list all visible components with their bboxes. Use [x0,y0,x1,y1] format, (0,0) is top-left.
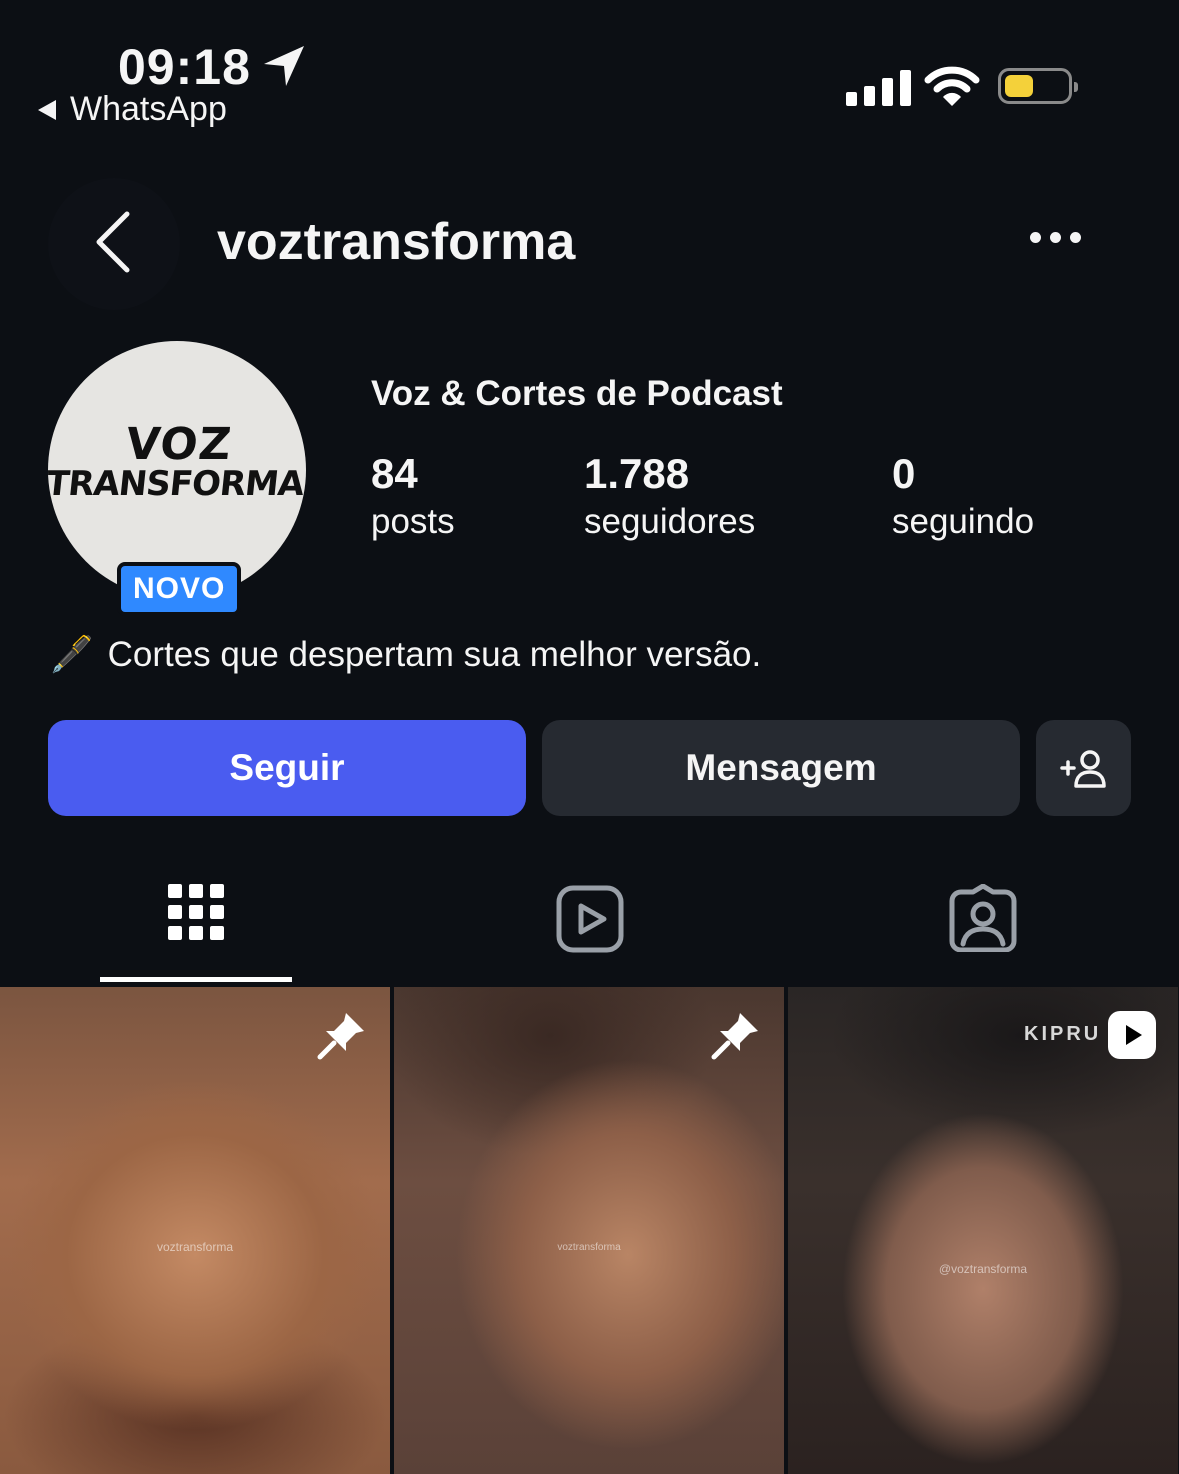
back-app-label: WhatsApp [70,90,227,128]
following-count[interactable]: 0 seguindo [892,450,1034,542]
battery-icon [998,68,1078,104]
post-thumbnail[interactable]: voztransforma [0,987,390,1474]
suggest-users-button[interactable] [1036,720,1131,816]
posts-value: 84 [371,450,418,497]
chevron-left-icon [96,211,130,273]
post-watermark: @voztransforma [938,1262,1028,1276]
followers-value: 1.788 [584,450,690,497]
post-watermark: voztransforma [156,1240,234,1254]
pen-icon: 🖋️ [50,635,94,674]
followers-count[interactable]: 1.788 seguidores [584,450,755,542]
pin-icon [711,1013,758,1060]
reel-icon [1108,1011,1156,1059]
more-options-button[interactable] [1030,232,1081,243]
new-badge: NOVO [117,562,242,616]
tab-tagged-icon[interactable] [949,883,1017,957]
display-name: Voz & Cortes de Podcast [371,374,783,413]
avatar[interactable]: VOZ TRANSFORMA [48,341,306,599]
wifi-icon [924,66,980,113]
followers-label: seguidores [584,502,756,541]
profile-bio: 🖋️ Cortes que despertam sua melhor versã… [50,634,761,675]
avatar-logo: VOZ TRANSFORMA [48,419,306,504]
post-thumbnail[interactable]: KIPRU @voztransforma [788,987,1178,1474]
post-watermark: voztransforma [557,1242,621,1253]
active-tab-indicator [100,977,292,982]
follow-button[interactable]: Seguir [48,720,526,816]
bio-text: Cortes que despertam sua melhor versão. [107,634,762,674]
posts-label: posts [371,502,455,541]
cellular-signal-icon [846,70,911,106]
posts-count[interactable]: 84 posts [371,450,455,542]
pin-icon [317,1013,364,1060]
following-value: 0 [892,450,916,497]
message-button[interactable]: Mensagem [542,720,1020,816]
following-label: seguindo [892,502,1035,541]
back-to-app-link[interactable]: WhatsApp [38,90,227,129]
status-time: 09:18 [118,39,251,95]
post-thumbnail[interactable]: voztransforma [394,987,784,1474]
back-button[interactable] [48,178,180,310]
tab-reels-icon[interactable] [556,885,624,958]
add-person-icon [1059,750,1106,788]
tab-grid-icon[interactable] [168,884,224,940]
back-triangle-icon [38,99,56,120]
location-arrow-icon [262,44,306,93]
cap-text: KIPRU [1024,1023,1102,1045]
profile-username: voztransforma [217,213,576,271]
more-dots-icon [1030,232,1041,243]
